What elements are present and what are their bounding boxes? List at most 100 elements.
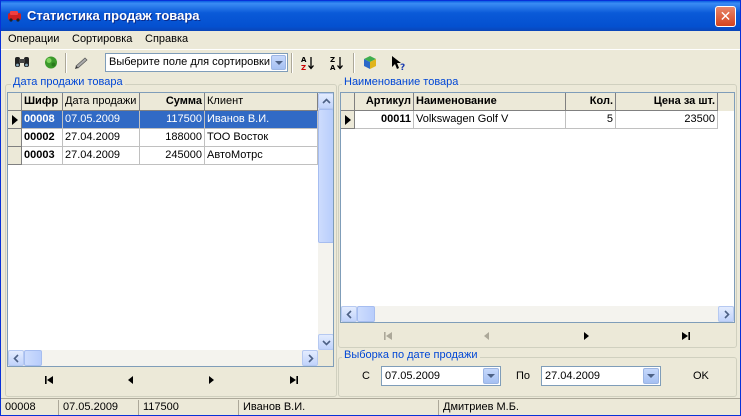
- svg-text:Z: Z: [330, 56, 335, 64]
- refresh-icon: [45, 56, 57, 69]
- items-group-label: Наименование товара: [342, 76, 461, 88]
- header-indicator: [8, 93, 22, 111]
- items-grid[interactable]: Артикул Наименование Кол. Цена за шт. 00…: [340, 92, 735, 323]
- previous-record-icon: [128, 376, 133, 384]
- table-row[interactable]: 00002 27.04.2009 188000 ТОО Восток: [8, 129, 318, 147]
- edit-button[interactable]: [71, 53, 93, 73]
- scroll-right-button[interactable]: [302, 350, 318, 366]
- column-header-client[interactable]: Клиент: [205, 93, 318, 111]
- from-date-picker[interactable]: 07.05.2009: [381, 366, 501, 386]
- ok-button[interactable]: OK: [693, 370, 709, 382]
- to-date-value: 27.04.2009: [545, 370, 601, 382]
- svg-text:A: A: [330, 64, 336, 71]
- column-header-article[interactable]: Артикул: [355, 93, 414, 111]
- cell-date[interactable]: 27.04.2009: [63, 129, 140, 147]
- current-row-indicator: [8, 111, 22, 129]
- chevron-left-icon: [346, 310, 352, 319]
- last-record-icon: [682, 332, 690, 340]
- app-icon: [8, 11, 21, 22]
- scroll-left-button[interactable]: [8, 350, 24, 366]
- menu-help[interactable]: Справка: [145, 33, 188, 45]
- column-header-price[interactable]: Цена за шт.: [616, 93, 718, 111]
- cell-client[interactable]: ТОО Восток: [205, 129, 318, 147]
- scroll-right-button[interactable]: [718, 306, 734, 322]
- sales-group-label: Дата продажи товара: [11, 76, 125, 88]
- chevron-left-icon: [13, 354, 19, 363]
- sort-descending-button[interactable]: Z A: [326, 53, 348, 73]
- cell-code[interactable]: 00002: [22, 129, 63, 147]
- search-button[interactable]: [11, 53, 33, 73]
- nav-next-button[interactable]: [201, 373, 225, 387]
- scroll-up-button[interactable]: [318, 93, 333, 109]
- cell-price[interactable]: 23500: [616, 111, 718, 129]
- menu-sorting[interactable]: Сортировка: [72, 33, 132, 45]
- column-header-date[interactable]: Дата продажи: [63, 93, 140, 111]
- chevron-down-icon[interactable]: [271, 55, 286, 70]
- column-header-name[interactable]: Наименование: [414, 93, 566, 111]
- refresh-button[interactable]: [40, 53, 62, 73]
- scroll-thumb[interactable]: [318, 109, 333, 243]
- help-button[interactable]: ?: [388, 53, 410, 73]
- scroll-thumb[interactable]: [357, 306, 375, 322]
- chevron-down-icon[interactable]: [643, 368, 659, 384]
- cell-sum[interactable]: 188000: [140, 129, 205, 147]
- nav-first-button[interactable]: [38, 373, 62, 387]
- from-date-value: 07.05.2009: [385, 370, 441, 382]
- items-nav-last-button[interactable]: [675, 329, 699, 343]
- title-bar[interactable]: Статистика продаж товара ✕: [1, 1, 740, 31]
- sales-horizontal-scrollbar[interactable]: [8, 350, 318, 366]
- toolbar-separator: [353, 53, 355, 73]
- pen-icon: [75, 57, 88, 69]
- cell-code[interactable]: 00008: [22, 111, 63, 129]
- close-button[interactable]: ✕: [715, 6, 736, 27]
- nav-last-button[interactable]: [283, 373, 307, 387]
- cell-article[interactable]: 00011: [355, 111, 414, 129]
- svg-text:?: ?: [400, 63, 405, 71]
- status-date: 07.05.2009: [59, 400, 139, 415]
- first-record-icon: [384, 332, 392, 340]
- cell-date[interactable]: 27.04.2009: [63, 147, 140, 165]
- next-record-icon: [584, 332, 589, 340]
- from-date-label: С: [362, 370, 370, 382]
- cell-date[interactable]: 07.05.2009: [63, 111, 140, 129]
- column-header-qty[interactable]: Кол.: [566, 93, 616, 111]
- binoculars-icon: [15, 57, 29, 67]
- sales-grid[interactable]: Шифр Дата продажи Сумма Клиент 00008 07.…: [7, 92, 334, 367]
- current-row-indicator: [341, 111, 355, 129]
- scroll-thumb[interactable]: [24, 350, 42, 366]
- chevron-right-icon: [308, 354, 314, 363]
- sort-field-select[interactable]: Выберите поле для сортировки: [105, 53, 288, 72]
- toolbar-separator: [291, 53, 293, 73]
- last-record-icon: [290, 376, 298, 384]
- table-row[interactable]: 00011 Volkswagen Golf V 5 23500: [341, 111, 718, 129]
- chevron-down-icon[interactable]: [483, 368, 499, 384]
- items-nav-prev-button[interactable]: [475, 329, 499, 343]
- column-header-code[interactable]: Шифр: [22, 93, 63, 111]
- nav-prev-button[interactable]: [119, 373, 143, 387]
- to-date-picker[interactable]: 27.04.2009: [541, 366, 661, 386]
- cell-sum[interactable]: 245000: [140, 147, 205, 165]
- previous-record-icon: [484, 332, 489, 340]
- scroll-down-button[interactable]: [318, 334, 333, 350]
- reference-button[interactable]: [359, 53, 381, 73]
- items-horizontal-scrollbar[interactable]: [341, 306, 734, 322]
- cell-client[interactable]: Иванов В.И.: [205, 111, 318, 129]
- column-header-sum[interactable]: Сумма: [140, 93, 205, 111]
- menu-operations[interactable]: Операции: [8, 33, 59, 45]
- table-row[interactable]: 00003 27.04.2009 245000 АвтоМотрс: [8, 147, 318, 165]
- cell-code[interactable]: 00003: [22, 147, 63, 165]
- items-grid-header: Артикул Наименование Кол. Цена за шт.: [341, 93, 734, 111]
- menu-bar: Операции Сортировка Справка: [1, 31, 740, 48]
- cell-client[interactable]: АвтоМотрс: [205, 147, 318, 165]
- cell-qty[interactable]: 5: [566, 111, 616, 129]
- sales-vertical-scrollbar[interactable]: [318, 93, 333, 350]
- table-row[interactable]: 00008 07.05.2009 117500 Иванов В.И.: [8, 111, 318, 129]
- scroll-left-button[interactable]: [341, 306, 357, 322]
- items-nav-next-button[interactable]: [576, 329, 600, 343]
- cell-name[interactable]: Volkswagen Golf V: [414, 111, 566, 129]
- items-nav-first-button[interactable]: [377, 329, 401, 343]
- sort-ascending-button[interactable]: A Z: [297, 53, 319, 73]
- window-title: Статистика продаж товара: [27, 8, 200, 23]
- cell-sum[interactable]: 117500: [140, 111, 205, 129]
- status-client: Иванов В.И.: [239, 400, 439, 415]
